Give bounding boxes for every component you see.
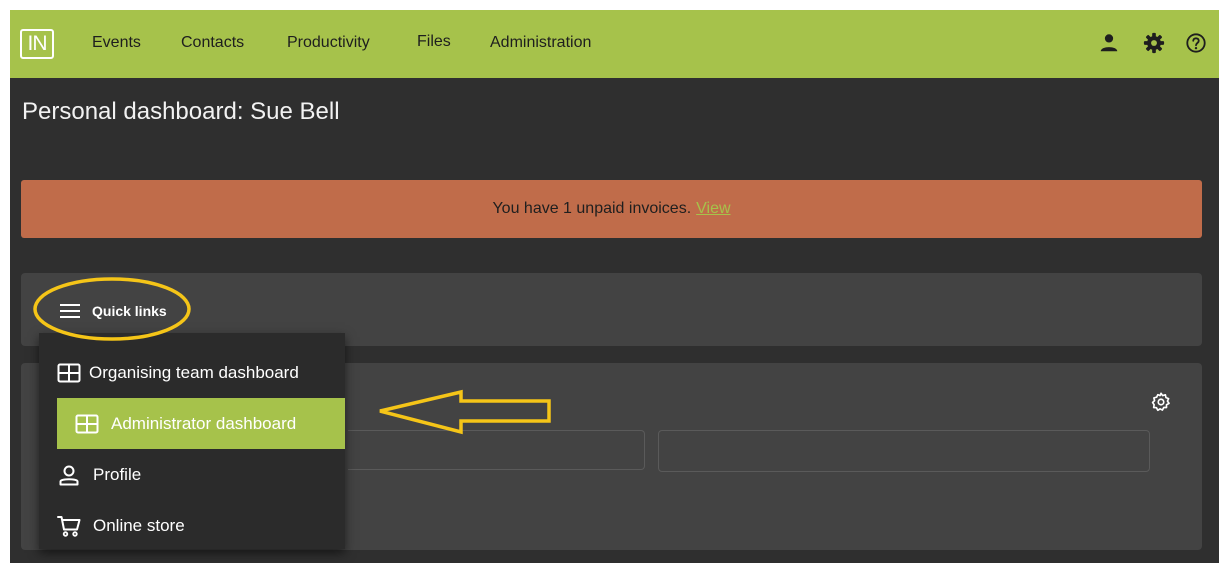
page-title: Personal dashboard: Sue Bell: [22, 98, 340, 125]
menu-item-organising-team-dashboard[interactable]: Organising team dashboard: [57, 347, 345, 398]
nav-item-events[interactable]: Events: [92, 34, 141, 52]
nav-item-administration[interactable]: Administration: [490, 34, 591, 52]
nav-item-productivity[interactable]: Productivity: [287, 34, 370, 52]
menu-icon: [60, 304, 80, 318]
help-icon[interactable]: [1185, 32, 1207, 54]
menu-item-label: Profile: [93, 464, 142, 484]
alert-view-link[interactable]: View: [696, 200, 730, 217]
gear-icon[interactable]: [1143, 32, 1165, 54]
widget-field-right[interactable]: [658, 430, 1150, 472]
cart-icon: [57, 515, 81, 537]
menu-item-profile[interactable]: Profile: [57, 449, 345, 500]
app-logo[interactable]: IN: [20, 29, 54, 59]
nav-item-contacts[interactable]: Contacts: [181, 34, 244, 52]
grid-icon: [57, 363, 81, 382]
grid-icon: [75, 414, 99, 433]
menu-item-label: Organising team dashboard: [89, 362, 299, 382]
quick-links-menu: Organising team dashboard Administrator …: [39, 333, 345, 549]
user-icon[interactable]: [1098, 32, 1120, 54]
alert-message: You have 1 unpaid invoices.: [492, 200, 692, 217]
menu-item-online-store[interactable]: Online store: [57, 500, 345, 551]
menu-item-label: Administrator dashboard: [111, 413, 297, 433]
app-window: IN Events Contacts Productivity Files Ad…: [10, 10, 1219, 563]
quick-links-label: Quick links: [92, 303, 167, 319]
nav-item-files[interactable]: Files: [417, 33, 451, 51]
menu-item-administrator-dashboard[interactable]: Administrator dashboard: [57, 398, 345, 449]
person-icon: [59, 465, 79, 485]
widget-field-left[interactable]: [348, 430, 645, 470]
widget-settings-icon[interactable]: [1150, 391, 1172, 413]
quick-links-button[interactable]: Quick links: [48, 297, 167, 325]
top-navigation-bar: IN Events Contacts Productivity Files Ad…: [10, 10, 1219, 78]
unpaid-invoices-alert: You have 1 unpaid invoices. View: [21, 180, 1202, 238]
menu-item-label: Online store: [93, 515, 185, 535]
